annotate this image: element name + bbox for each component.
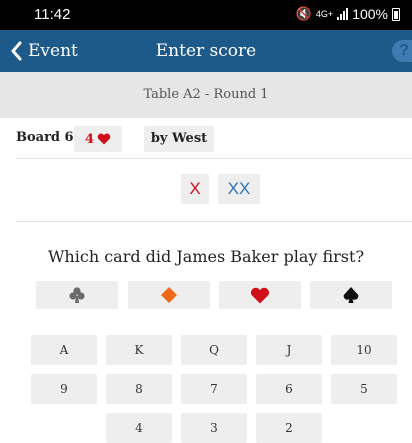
- card-rank-key[interactable]: 5: [331, 374, 397, 404]
- card-rank-key[interactable]: 3: [181, 413, 247, 443]
- card-rank-key[interactable]: 10: [331, 335, 397, 365]
- signal-icon: [337, 8, 349, 20]
- spade-icon: [343, 287, 359, 303]
- suit-button-hearts[interactable]: [219, 281, 301, 309]
- mute-icon: 🔇: [295, 6, 312, 21]
- card-rank-key[interactable]: 9: [31, 374, 97, 404]
- double-button[interactable]: X: [181, 174, 209, 204]
- redouble-button[interactable]: XX: [218, 174, 260, 204]
- status-time: 11:42: [34, 6, 71, 23]
- suit-button-diamonds[interactable]: [128, 281, 210, 309]
- page-title: Enter score: [155, 41, 257, 61]
- divider: [16, 221, 412, 222]
- table-round-info: Table A2 - Round 1: [0, 72, 412, 118]
- card-rank-key[interactable]: Q: [181, 335, 247, 365]
- card-rank-key[interactable]: 2: [256, 413, 322, 443]
- suit-button-clubs[interactable]: [36, 281, 118, 309]
- card-rank-key[interactable]: 7: [181, 374, 247, 404]
- help-button[interactable]: ?: [392, 40, 412, 62]
- board-label: Board 6: [16, 130, 74, 145]
- card-rank-key[interactable]: A: [31, 335, 97, 365]
- network-type: 4G+: [315, 8, 334, 19]
- lead-question: Which card did James Baker play first?: [47, 247, 365, 266]
- app-header: Event Enter score ?: [0, 30, 412, 72]
- contract-level: 4: [84, 131, 95, 147]
- card-rank-key[interactable]: 8: [106, 374, 172, 404]
- heart-icon: [250, 287, 270, 303]
- suit-button-spades[interactable]: [310, 281, 392, 309]
- status-bar: 11:42 🔇 4G+ 100%: [0, 0, 412, 30]
- battery-level: 100%: [352, 6, 388, 22]
- battery-icon: [392, 7, 400, 21]
- card-rank-key[interactable]: 4: [106, 413, 172, 443]
- club-icon: [69, 287, 85, 303]
- declarer-button[interactable]: by West: [144, 126, 214, 152]
- card-rank-key[interactable]: J: [256, 335, 322, 365]
- heart-icon: [97, 133, 111, 145]
- divider: [16, 158, 412, 159]
- contract-button[interactable]: 4: [74, 126, 122, 152]
- card-rank-key[interactable]: K: [106, 335, 172, 365]
- status-icons: 🔇 4G+ 100%: [296, 6, 400, 22]
- board-row: Board 6 4 by West: [0, 118, 412, 158]
- card-rank-key[interactable]: 6: [256, 374, 322, 404]
- diamond-icon: [161, 287, 177, 303]
